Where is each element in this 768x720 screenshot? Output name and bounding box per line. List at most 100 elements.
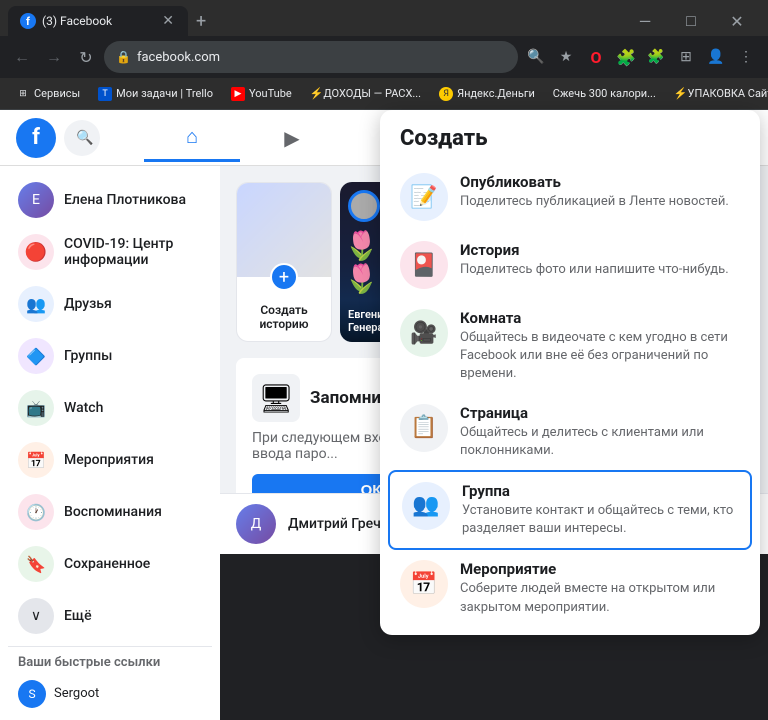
create-menu-title: Создать <box>388 118 752 163</box>
story-title: История <box>460 241 740 259</box>
tab-close-button[interactable]: ✕ <box>160 11 176 31</box>
more-icon[interactable]: 🧩 <box>642 43 670 71</box>
story-desc: Поделитесь фото или напишите что-нибудь. <box>460 261 740 279</box>
groups-label: Группы <box>64 348 112 364</box>
quick-link-seo[interactable]: И Ищем подрядчика или кадры по SEO,... <box>8 714 212 720</box>
page-desc: Общайтесь и делитесь с клиентами или пок… <box>460 424 740 460</box>
event-content: Мероприятие Соберите людей вместе на отк… <box>460 560 740 616</box>
saved-icon: 🔖 <box>18 546 54 582</box>
nav-home[interactable]: ⌂ <box>144 114 240 162</box>
more-label: Ещё <box>64 608 92 624</box>
publish-icon: 📝 <box>400 173 448 221</box>
publish-title: Опубликовать <box>460 173 740 191</box>
story-create-photo: + <box>237 183 331 277</box>
watch-icon: ▶ <box>284 126 299 150</box>
more-sidebar-icon: ∨ <box>18 598 54 634</box>
search-icon: 🔍 <box>76 130 93 146</box>
bookmark-youtube[interactable]: ▶ YouTube <box>223 84 300 104</box>
nav-watch[interactable]: ▶ <box>244 114 340 162</box>
story-create-plus-icon: + <box>270 263 298 291</box>
create-menu-item-room[interactable]: 🎥 Комната Общайтесь в видеочате с кем уг… <box>388 299 752 394</box>
user-avatar: Е <box>18 182 54 218</box>
bookmark-trello-label: Мои задачи | Trello <box>116 87 213 100</box>
forward-button[interactable]: → <box>40 43 68 71</box>
events-icon: 📅 <box>18 442 54 478</box>
sidebar-item-saved[interactable]: 🔖 Сохраненное <box>8 538 212 590</box>
bookmark-services[interactable]: ⊞ Сервисы <box>8 84 88 104</box>
create-menu-item-page[interactable]: 📋 Страница Общайтесь и делитесь с клиент… <box>388 394 752 470</box>
refresh-button[interactable]: ↻ <box>72 43 100 71</box>
friends-icon: 👥 <box>18 286 54 322</box>
left-sidebar: Е Елена Плотникова 🔴 COVID-19: Центр инф… <box>0 166 220 720</box>
room-title: Комната <box>460 309 740 327</box>
bookmark-packing[interactable]: ⚡УПАКОВКА Сайта... <box>666 84 768 103</box>
menu-icon[interactable]: ⋮ <box>732 43 760 71</box>
search-toolbar-icon[interactable]: 🔍 <box>522 43 550 71</box>
tab-title: (3) Facebook <box>42 14 160 28</box>
address-bar: ← → ↻ 🔒 facebook.com 🔍 ★ O 🧩 🧩 ⊞ 👤 ⋮ <box>0 36 768 78</box>
user-name-label: Елена Плотникова <box>64 192 186 208</box>
search-box[interactable]: 🔍 <box>64 120 100 156</box>
profile-icon[interactable]: 👤 <box>702 43 730 71</box>
group-title: Группа <box>462 482 738 500</box>
covid-label: COVID-19: Центр информации <box>64 236 202 268</box>
quick-link-sergoot[interactable]: S Sergoot <box>8 674 212 714</box>
quick-links-title: Ваши быстрые ссылки <box>8 651 212 674</box>
close-window-button[interactable]: ✕ <box>714 7 760 35</box>
create-menu-item-group[interactable]: 👥 Группа Установите контакт и общайтесь … <box>388 470 752 550</box>
new-tab-button[interactable]: + <box>188 7 214 36</box>
room-desc: Общайтесь в видеочате с кем угодно в сет… <box>460 329 740 384</box>
story-content: История Поделитесь фото или напишите что… <box>460 241 740 279</box>
bottom-avatar: Д <box>236 504 276 544</box>
yandex-favicon: Я <box>439 87 453 101</box>
sidebar-item-events[interactable]: 📅 Мероприятия <box>8 434 212 486</box>
sidebar-item-user[interactable]: Е Елена Плотникова <box>8 174 212 226</box>
ext-icon[interactable]: 🧩 <box>612 43 640 71</box>
page-title: Страница <box>460 404 740 422</box>
trello-favicon: T <box>98 87 112 101</box>
watch-label: Watch <box>64 400 103 416</box>
group-desc: Установите контакт и общайтесь с теми, к… <box>462 502 738 538</box>
sidebar-item-groups[interactable]: 🔷 Группы <box>8 330 212 382</box>
bookmark-icon[interactable]: ⊞ <box>672 43 700 71</box>
covid-icon: 🔴 <box>18 234 54 270</box>
friends-label: Друзья <box>64 296 112 312</box>
sidebar-item-covid[interactable]: 🔴 COVID-19: Центр информации <box>8 226 212 278</box>
sidebar-item-watch[interactable]: 📺 Watch <box>8 382 212 434</box>
minimize-button[interactable]: — <box>622 7 668 35</box>
bookmark-trello[interactable]: T Мои задачи | Trello <box>90 84 221 104</box>
evgenia-avatar <box>348 190 380 222</box>
active-tab[interactable]: f (3) Facebook ✕ <box>8 6 188 36</box>
bookmark-yandex[interactable]: Я Яндекс.Деньги <box>431 84 543 104</box>
create-menu-item-publish[interactable]: 📝 Опубликовать Поделитесь публикацией в … <box>388 163 752 231</box>
create-story-label: Создать историю <box>237 297 331 341</box>
group-icon: 👥 <box>402 482 450 530</box>
bookmark-yandex-label: Яндекс.Деньги <box>457 87 535 100</box>
create-menu-item-story[interactable]: 🎴 История Поделитесь фото или напишите ч… <box>388 231 752 299</box>
tab-favicon: f <box>20 13 36 29</box>
toolbar-icons: 🔍 ★ O 🧩 🧩 ⊞ 👤 ⋮ <box>522 43 760 71</box>
groups-icon: 🔷 <box>18 338 54 374</box>
bookmarks-bar: ⊞ Сервисы T Мои задачи | Trello ▶ YouTub… <box>0 78 768 110</box>
event-title: Мероприятие <box>460 560 740 578</box>
create-menu-item-event[interactable]: 📅 Мероприятие Соберите людей вместе на о… <box>388 550 752 626</box>
page-icon: 📋 <box>400 404 448 452</box>
create-story-card[interactable]: + Создать историю <box>236 182 332 342</box>
room-icon: 🎥 <box>400 309 448 357</box>
sidebar-item-more[interactable]: ∨ Ещё <box>8 590 212 642</box>
sidebar-item-memories[interactable]: 🕐 Воспоминания <box>8 486 212 538</box>
back-button[interactable]: ← <box>8 43 36 71</box>
opera-icon[interactable]: O <box>582 43 610 71</box>
facebook-logo: f <box>16 118 56 158</box>
maximize-button[interactable]: □ <box>668 7 714 35</box>
home-icon: ⌂ <box>186 124 198 149</box>
url-input[interactable]: 🔒 facebook.com <box>104 41 518 73</box>
sidebar-item-friends[interactable]: 👥 Друзья <box>8 278 212 330</box>
room-content: Комната Общайтесь в видеочате с кем угод… <box>460 309 740 384</box>
star-icon[interactable]: ★ <box>552 43 580 71</box>
bookmark-income[interactable]: ⚡ДОХОДЫ — РАСХ... <box>302 84 429 103</box>
bookmark-calories[interactable]: Сжечь 300 калори... <box>545 84 664 103</box>
page-content: Страница Общайтесь и делитесь с клиентам… <box>460 404 740 460</box>
publish-desc: Поделитесь публикацией в Ленте новостей. <box>460 193 740 211</box>
bookmark-packing-label: ⚡УПАКОВКА Сайта... <box>674 87 768 100</box>
